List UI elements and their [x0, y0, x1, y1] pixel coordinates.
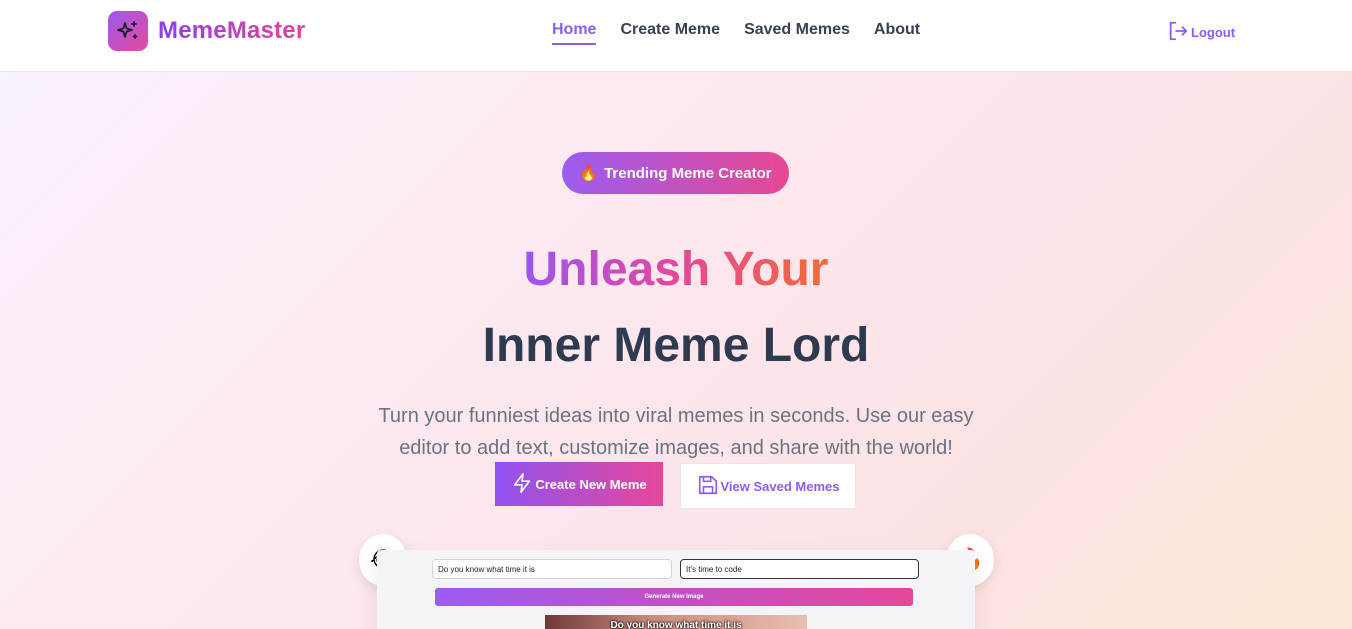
headline-line2: Inner Meme Lord [482, 319, 870, 372]
create-new-meme-label: Create New Meme [535, 476, 647, 492]
create-new-meme-button[interactable]: Create New Meme [495, 462, 663, 506]
nav-create-meme[interactable]: Create Meme [620, 21, 720, 45]
main-nav: Home Create Meme Saved Memes About [552, 21, 920, 45]
nav-home[interactable]: Home [552, 21, 597, 45]
meme-editor-preview: Do you know what time it is It's time to… [377, 550, 975, 629]
fire-icon: 🔥 [579, 165, 599, 182]
view-saved-memes-label: View Saved Memes [720, 478, 840, 494]
save-icon [697, 474, 719, 499]
preview-bottom-text-input[interactable]: It's time to code [680, 559, 919, 579]
headline-line1: Unleash Your [523, 243, 829, 296]
preview-meme-image: Do you know what time it is [545, 615, 807, 629]
logout-label: Logout [1191, 25, 1236, 40]
preview-meme-caption: Do you know what time it is [610, 620, 742, 629]
nav-about[interactable]: About [874, 21, 920, 45]
logout-icon [1167, 20, 1191, 45]
preview-generate-button[interactable]: Generate New Image [435, 588, 913, 606]
lightning-icon [511, 472, 533, 497]
logout-button[interactable]: Logout [1167, 20, 1235, 45]
view-saved-memes-button[interactable]: View Saved Memes [680, 463, 856, 509]
nav-saved-memes[interactable]: Saved Memes [744, 21, 850, 45]
hero-subtitle: Turn your funniest ideas into viral meme… [378, 405, 974, 459]
preview-top-text-input[interactable]: Do you know what time it is [432, 559, 672, 579]
navbar: MemeMaster Home Create Meme Saved Memes … [0, 0, 1352, 72]
trending-badge: 🔥 Trending Meme Creator [562, 152, 789, 194]
sparkles-icon [108, 11, 148, 51]
badge-label: Trending Meme Creator [604, 164, 772, 182]
brand-logo[interactable]: MemeMaster [108, 11, 305, 51]
brand-name: MemeMaster [158, 17, 306, 44]
